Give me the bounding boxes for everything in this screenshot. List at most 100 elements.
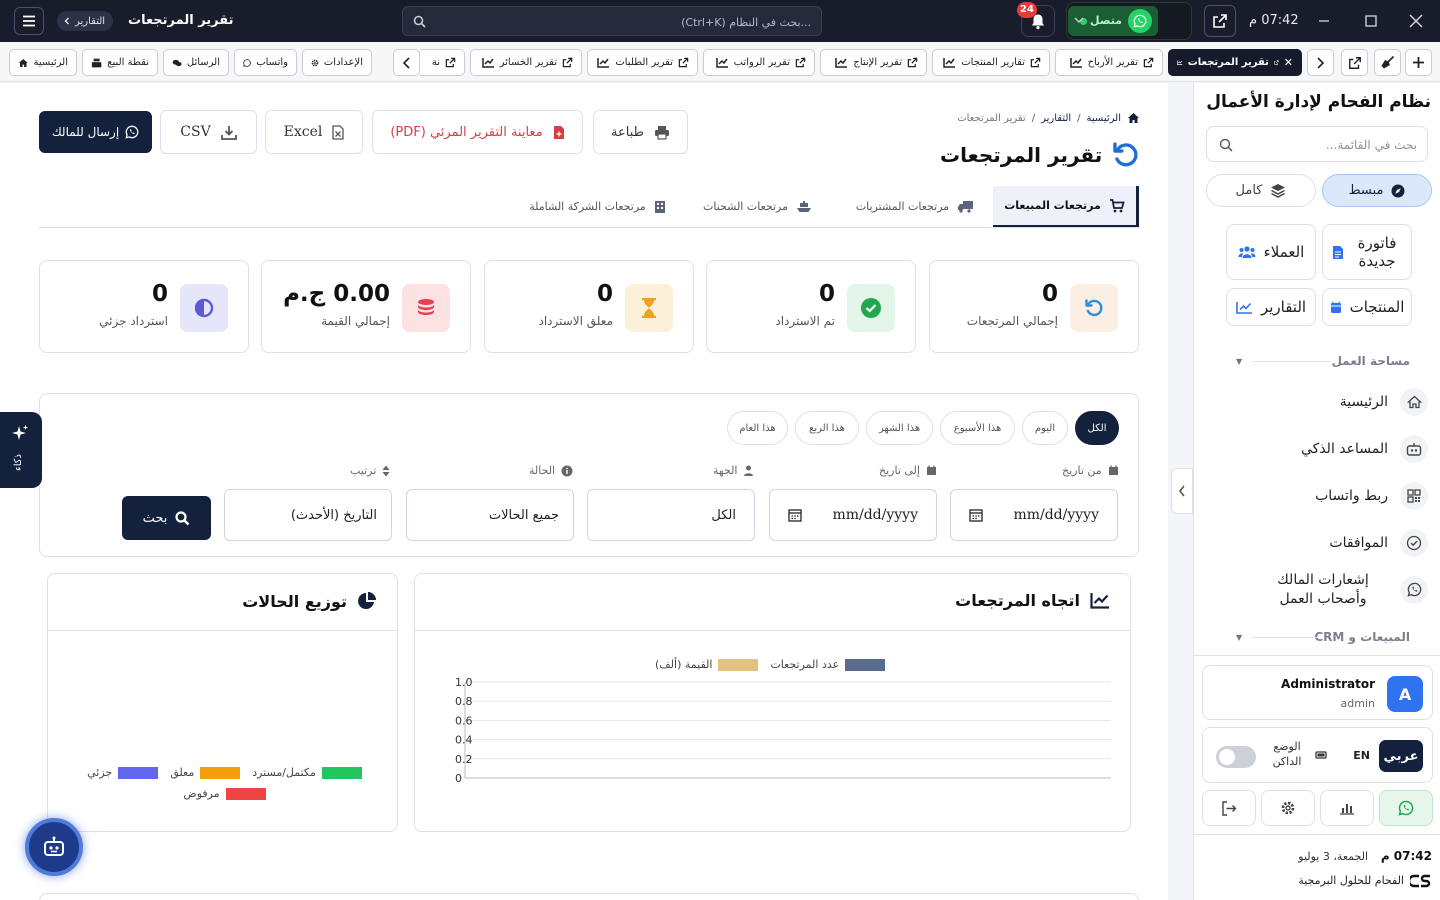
tab-salaries-report[interactable]: تقرير الرواتب bbox=[703, 49, 815, 76]
sort-select[interactable]: التاريخ (الأحدث) bbox=[224, 489, 392, 541]
breadcrumb-separator: / bbox=[1077, 112, 1081, 124]
chip-today[interactable]: اليوم bbox=[1022, 411, 1068, 445]
lang-english-button[interactable]: EN bbox=[1353, 749, 1370, 762]
quick-reports[interactable]: التقارير bbox=[1226, 288, 1316, 326]
tab-home[interactable]: الرئيسية bbox=[9, 49, 77, 76]
maximize-window-icon[interactable] bbox=[1358, 8, 1384, 34]
check-circle-icon bbox=[1400, 529, 1428, 557]
tab-pos[interactable]: نقطة البيع bbox=[82, 49, 158, 76]
tab-messages[interactable]: الرسائل bbox=[163, 49, 229, 76]
tab-returns-report[interactable]: ✕ تقرير المرتجعات bbox=[1168, 49, 1302, 76]
breadcrumb-reports[interactable]: التقارير bbox=[1041, 113, 1071, 124]
tab-profit-report[interactable]: تقرير الأرباح bbox=[1055, 49, 1163, 76]
section-workspace[interactable]: مساحة العمل bbox=[1332, 354, 1410, 368]
breadcrumb-home[interactable]: الرئيسية bbox=[1087, 113, 1121, 124]
chevron-down-icon[interactable] bbox=[1073, 14, 1085, 26]
status-label: الحالة bbox=[529, 464, 573, 477]
external-link-icon bbox=[678, 57, 689, 68]
add-tab-icon[interactable] bbox=[1405, 49, 1432, 76]
legend-swatch bbox=[718, 658, 759, 671]
chip-this-quarter[interactable]: هذا الربع bbox=[795, 411, 859, 445]
sidebar-item-home[interactable]: الرئيسية bbox=[1208, 388, 1428, 416]
quick-customers[interactable]: العملاء bbox=[1226, 224, 1316, 280]
menu-search-input[interactable] bbox=[1247, 135, 1417, 155]
tab-losses-report[interactable]: تقرير الخسائر bbox=[470, 49, 582, 76]
caret-down-icon[interactable]: ▼ bbox=[1236, 357, 1242, 366]
tab-label: مرتجعات الشركة الشاملة bbox=[529, 200, 646, 213]
filters-panel: الكل اليوم هذا الأسبوع هذا الشهر هذا الر… bbox=[39, 393, 1139, 557]
tab-products-report[interactable]: تقارير المنتجات bbox=[932, 49, 1050, 76]
chip-this-month[interactable]: هذا الشهر bbox=[866, 411, 933, 445]
tab-label: مرتجعات الشحنات bbox=[703, 200, 788, 213]
tab-production-report[interactable]: تقرير الإنتاج bbox=[820, 49, 927, 76]
broom-icon[interactable] bbox=[1374, 49, 1401, 76]
dark-mode-toggle[interactable] bbox=[1216, 746, 1256, 768]
tab-company-returns[interactable]: مرتجعات الشركة الشاملة bbox=[525, 186, 670, 227]
tab-purchase-returns[interactable]: مرتجعات المشتريات bbox=[845, 186, 985, 227]
user-card[interactable]: A Administrator admin bbox=[1202, 665, 1433, 720]
open-external-icon[interactable] bbox=[1341, 49, 1368, 76]
building-icon bbox=[654, 200, 665, 213]
global-search[interactable] bbox=[402, 6, 822, 36]
menu-search[interactable] bbox=[1206, 126, 1428, 162]
lang-arabic-button[interactable]: عربي bbox=[1379, 740, 1423, 772]
stat-value: 0 bbox=[818, 281, 835, 307]
send-to-owner-button[interactable]: إرسال للمالك bbox=[39, 111, 152, 153]
stats-footer-button[interactable] bbox=[1320, 790, 1374, 826]
mode-simple-button[interactable]: مبسط bbox=[1322, 174, 1432, 207]
logout-footer-button[interactable] bbox=[1202, 790, 1256, 826]
quick-new-invoice[interactable]: فاتورة جديدة bbox=[1322, 224, 1412, 280]
pdf-preview-button[interactable]: معاينة التقرير المرئي (PDF) bbox=[372, 110, 583, 154]
tab-settings[interactable]: الإعدادات bbox=[302, 49, 372, 76]
chip-all[interactable]: الكل bbox=[1075, 411, 1119, 445]
caret-down-icon[interactable]: ▼ bbox=[1236, 633, 1242, 642]
print-button[interactable]: طباعة bbox=[593, 110, 688, 154]
parent-section-pill[interactable]: التقارير bbox=[57, 11, 114, 31]
excel-export-button[interactable]: Excel bbox=[265, 110, 363, 154]
moon-icon bbox=[1315, 749, 1327, 761]
csv-export-button[interactable]: CSV bbox=[160, 110, 257, 154]
tab-label: الإعدادات bbox=[323, 57, 363, 68]
open-external-icon[interactable] bbox=[1204, 5, 1236, 37]
sidebar-item-whatsapp-link[interactable]: ربط واتساب bbox=[1208, 482, 1428, 510]
status-select[interactable]: جميع الحالات bbox=[406, 489, 574, 541]
party-value: الكل bbox=[711, 507, 736, 523]
chip-this-week[interactable]: هذا الأسبوع bbox=[940, 411, 1015, 445]
legend-item-rejected: مرفوض bbox=[82, 787, 367, 800]
compass-icon bbox=[1391, 184, 1405, 197]
menu-hamburger-icon[interactable] bbox=[14, 7, 44, 35]
mode-full-button[interactable]: كامل bbox=[1206, 174, 1316, 207]
settings-footer-button[interactable] bbox=[1261, 790, 1315, 826]
search-icon bbox=[1219, 138, 1233, 152]
scroll-tabs-left-icon[interactable] bbox=[393, 49, 420, 76]
scroll-tabs-right-icon[interactable] bbox=[1307, 49, 1334, 76]
global-search-input[interactable] bbox=[451, 11, 811, 33]
search-button[interactable]: بحث bbox=[122, 496, 211, 540]
collapse-sidebar-handle[interactable] bbox=[1171, 468, 1193, 514]
whatsapp-status-group[interactable]: متصل bbox=[1066, 2, 1192, 40]
sidebar-item-owner-notifications[interactable]: إشعارات المالك وأصحاب العمل bbox=[1208, 571, 1428, 609]
whatsapp-footer-button[interactable] bbox=[1379, 790, 1433, 826]
to-date-input[interactable]: mm/dd/yyyy bbox=[769, 489, 937, 541]
close-window-icon[interactable] bbox=[1403, 8, 1429, 34]
close-tab-icon[interactable]: ✕ bbox=[1284, 56, 1293, 69]
chip-this-year[interactable]: هذا العام bbox=[727, 411, 788, 445]
minimize-window-icon[interactable] bbox=[1311, 8, 1337, 34]
ai-assistant-tab[interactable]: ذكاء bbox=[0, 412, 42, 488]
layers-icon bbox=[1271, 184, 1286, 198]
quick-products[interactable]: المنتجات bbox=[1322, 288, 1412, 326]
tab-truncated[interactable]: نة bbox=[420, 49, 465, 76]
party-select[interactable]: الكل bbox=[587, 489, 755, 541]
section-sales-crm[interactable]: المبيعات و CRM bbox=[1314, 630, 1410, 644]
sidebar-item-approvals[interactable]: الموافقات bbox=[1208, 529, 1428, 557]
tab-sales-returns[interactable]: مرتجعات المبيعات bbox=[993, 186, 1139, 227]
chart-line-icon bbox=[1069, 58, 1082, 68]
tab-orders-report[interactable]: تقرير الطلبات bbox=[587, 49, 698, 76]
y-tick-label: 1.0 bbox=[455, 676, 473, 689]
sidebar-item-ai-assistant[interactable]: المساعد الذكي bbox=[1208, 435, 1428, 463]
tab-shipment-returns[interactable]: مرتجعات الشحنات bbox=[695, 186, 820, 227]
from-date-input[interactable]: mm/dd/yyyy bbox=[950, 489, 1118, 541]
y-tick-label: 0 bbox=[455, 772, 462, 785]
chatbot-button[interactable] bbox=[25, 818, 83, 876]
tab-whatsapp[interactable]: واتساب bbox=[234, 49, 297, 76]
